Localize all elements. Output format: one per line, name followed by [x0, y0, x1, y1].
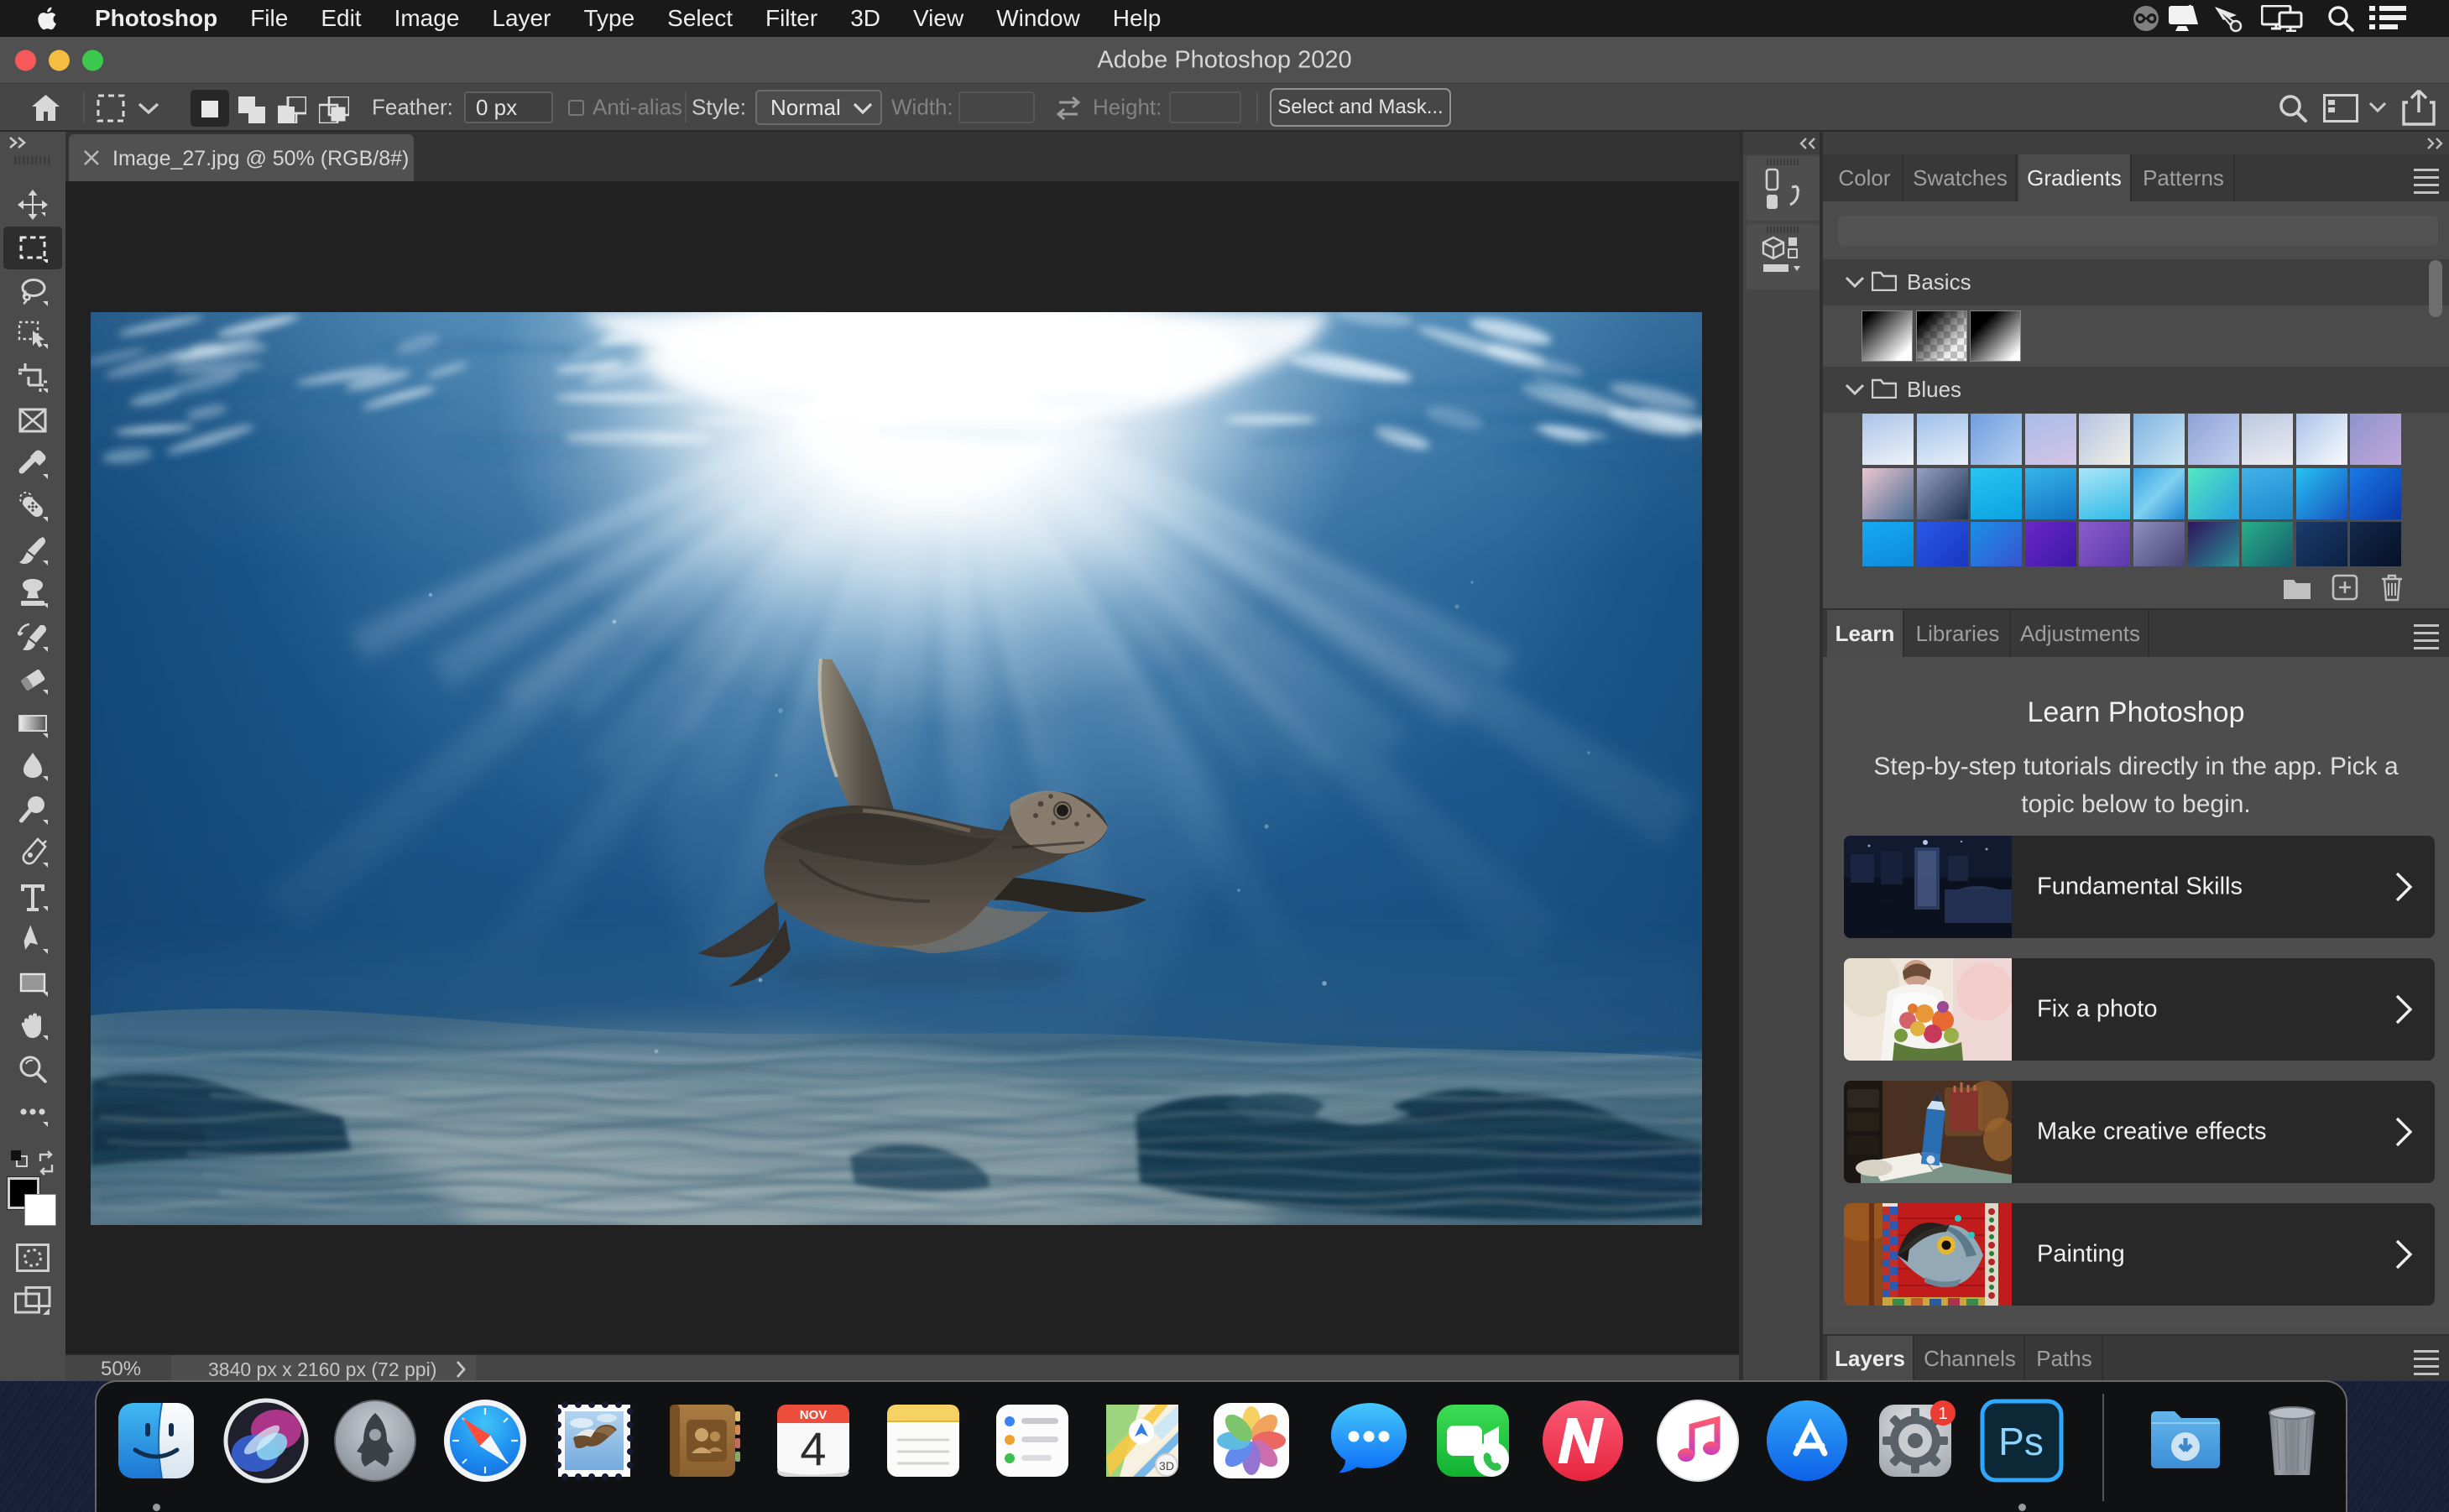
svg-text:3D: 3D: [1159, 1459, 1174, 1473]
svg-text:1: 1: [1938, 1405, 1947, 1423]
svg-text:4: 4: [800, 1422, 826, 1475]
svg-text:Ps: Ps: [1998, 1420, 2044, 1463]
svg-text:NOV: NOV: [800, 1408, 828, 1422]
